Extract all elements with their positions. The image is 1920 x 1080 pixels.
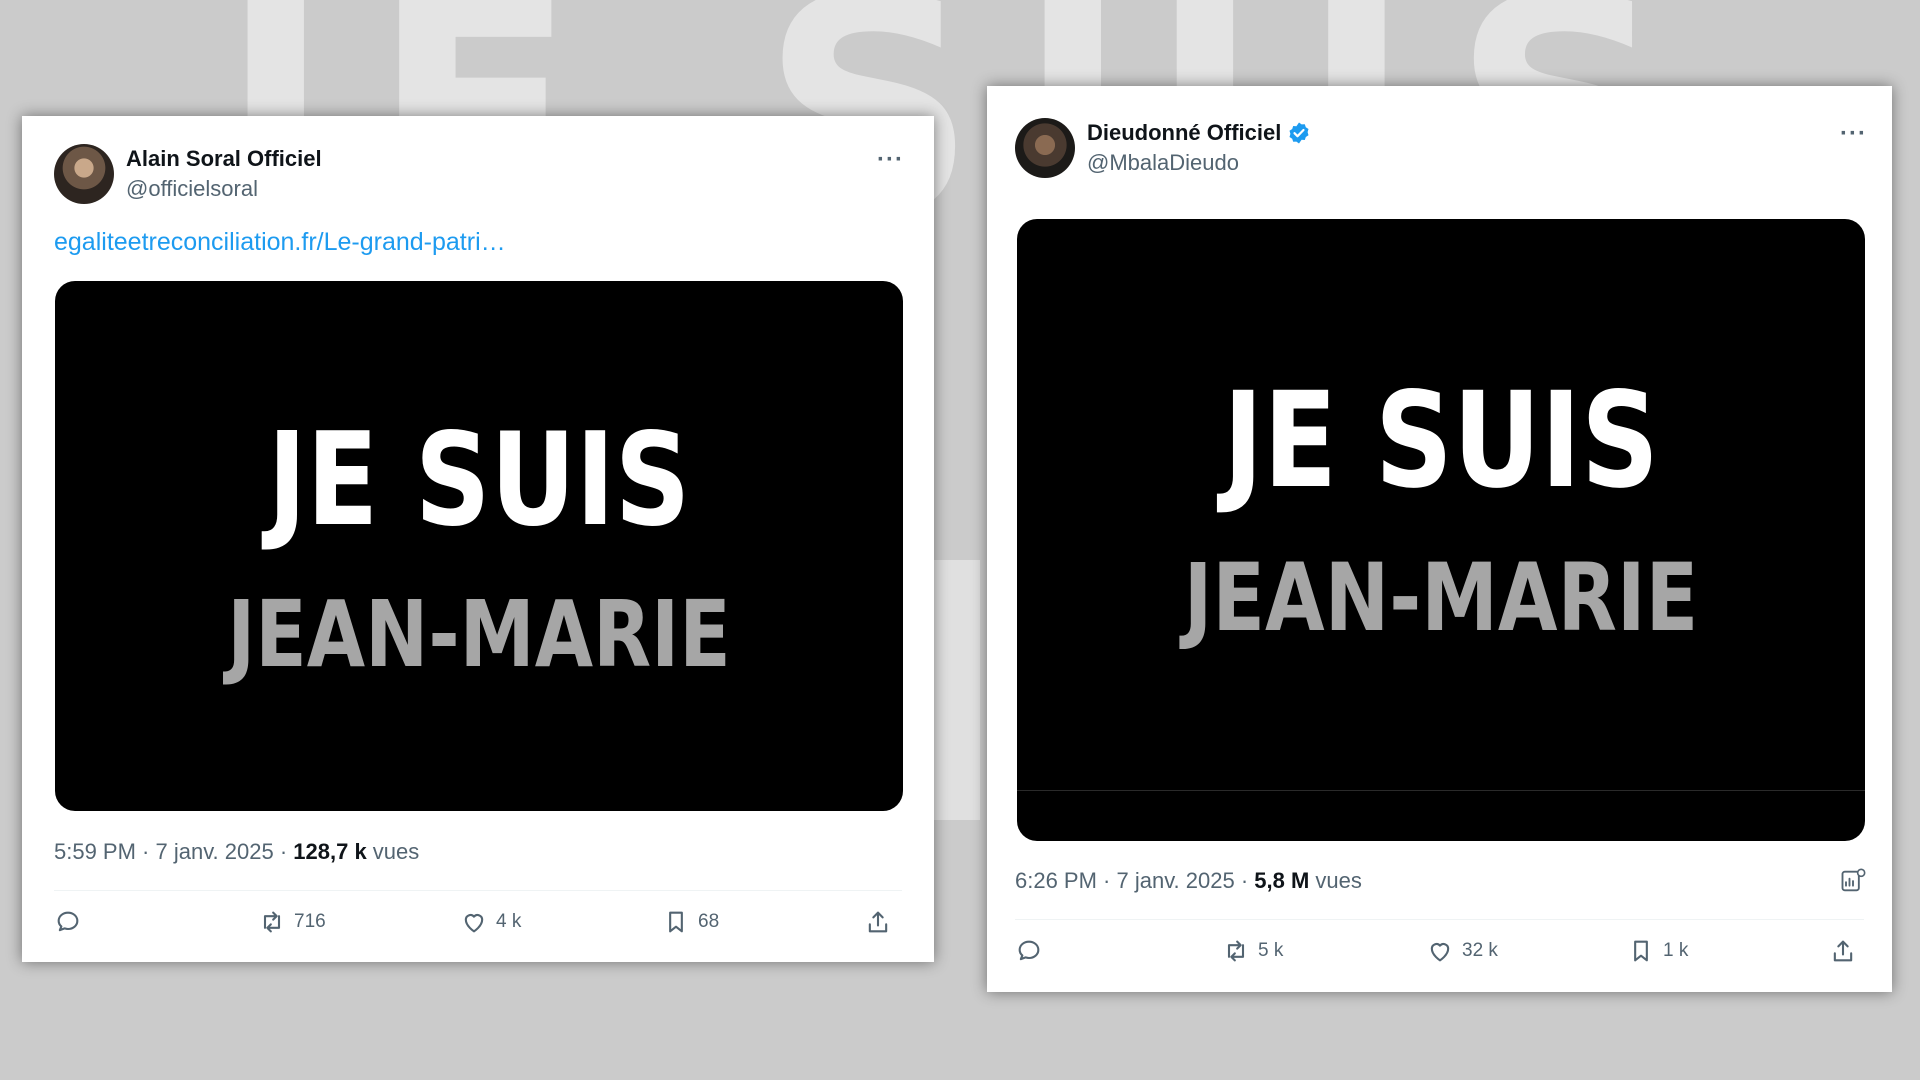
heart-icon (464, 914, 484, 933)
views-label: vues (1309, 868, 1362, 893)
reply-icon (1018, 940, 1040, 961)
retweet-button[interactable]: 5 k (1222, 937, 1283, 965)
bookmark-count: 68 (698, 911, 720, 932)
more-horizontal-icon[interactable]: ··· (1840, 120, 1867, 148)
media-text-line1: JE SUIS (267, 406, 691, 555)
media-text-line1: JE SUIS (1223, 364, 1659, 518)
verified-badge-icon (1289, 122, 1309, 144)
tweet-card-dieudonne: Dieudonné Officiel @MbalaDieudo ··· JE S… (987, 86, 1892, 992)
media-text-line2: JEAN-MARIE (1183, 544, 1699, 653)
tweet-link[interactable]: egaliteetreconciliation.fr/Le-grand-patr… (54, 228, 506, 257)
avatar[interactable] (1015, 118, 1075, 178)
bookmark-count: 1 k (1663, 940, 1689, 961)
tweet-media-image[interactable]: JE SUIS JEAN-MARIE (1017, 219, 1865, 841)
bookmark-button[interactable]: 68 (662, 908, 719, 936)
author-name[interactable]: Alain Soral Officiel (126, 146, 322, 172)
like-count: 32 k (1462, 940, 1498, 961)
retweet-icon (1227, 940, 1245, 962)
bookmark-icon (669, 911, 683, 933)
bookmark-icon (1634, 940, 1648, 962)
tweet-timestamp[interactable]: 5:59 PM · 7 janv. 2025 · (54, 839, 293, 864)
tweet-card-soral: Alain Soral Officiel @officielsoral ··· … (22, 116, 934, 962)
views-count: 5,8 M (1254, 868, 1310, 893)
retweet-icon (263, 911, 281, 933)
tweet-timestamp[interactable]: 6:26 PM · 7 janv. 2025 · (1015, 868, 1254, 893)
media-text-line2: JEAN-MARIE (227, 581, 731, 688)
retweet-count: 716 (294, 911, 326, 932)
share-icon (1833, 940, 1853, 962)
more-horizontal-icon[interactable]: ··· (877, 146, 904, 174)
author-handle[interactable]: @officielsoral (126, 176, 258, 202)
retweet-count: 5 k (1258, 940, 1284, 961)
divider (1015, 919, 1864, 920)
share-button[interactable] (1829, 937, 1857, 965)
bookmark-button[interactable]: 1 k (1627, 937, 1688, 965)
like-count: 4 k (496, 911, 522, 932)
reply-icon (57, 911, 79, 932)
reply-button[interactable] (54, 908, 90, 936)
tweet-meta: 5:59 PM · 7 janv. 2025 · 128,7 k vues (54, 839, 419, 865)
divider (54, 890, 902, 891)
tweet-media-image[interactable]: JE SUIS JEAN-MARIE (55, 281, 903, 811)
share-button[interactable] (864, 908, 892, 936)
reply-button[interactable] (1015, 937, 1051, 965)
author-name[interactable]: Dieudonné Officiel (1087, 120, 1311, 146)
like-button[interactable]: 4 k (460, 908, 521, 936)
avatar[interactable] (54, 144, 114, 204)
share-icon (868, 911, 888, 933)
views-label: vues (366, 839, 420, 864)
heart-icon (1430, 943, 1450, 962)
author-handle[interactable]: @MbalaDieudo (1087, 150, 1239, 176)
analytics-icon[interactable] (1839, 867, 1867, 895)
like-button[interactable]: 32 k (1426, 937, 1498, 965)
retweet-button[interactable]: 716 (258, 908, 326, 936)
tweet-meta: 6:26 PM · 7 janv. 2025 · 5,8 M vues (1015, 868, 1362, 894)
views-count: 128,7 k (293, 839, 367, 864)
video-control-bar[interactable] (1017, 790, 1865, 841)
